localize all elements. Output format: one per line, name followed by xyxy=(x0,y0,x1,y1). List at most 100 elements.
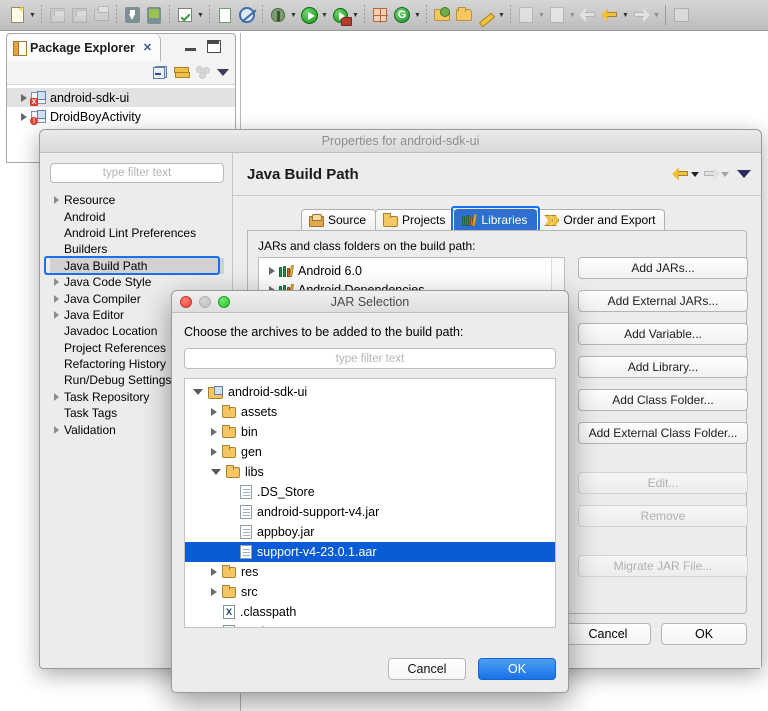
chevron-down-icon[interactable]: ▼ xyxy=(621,4,630,26)
save-all-icon[interactable] xyxy=(68,2,90,28)
add-external-jars-button[interactable]: Add External JARs... xyxy=(578,290,748,312)
maximize-icon[interactable] xyxy=(207,40,221,53)
table-row[interactable]: Android 6.0 xyxy=(259,261,564,280)
properties-page-resource[interactable]: Resource xyxy=(50,192,224,208)
open-task-icon[interactable] xyxy=(453,2,475,28)
tree-item-folder[interactable]: gen xyxy=(185,442,555,462)
new-android-xml-icon[interactable] xyxy=(214,2,236,28)
chevron-right-icon[interactable] xyxy=(21,112,27,121)
chevron-down-icon[interactable] xyxy=(193,389,203,395)
link-with-editor-icon[interactable] xyxy=(174,66,190,79)
chevron-down-icon[interactable] xyxy=(721,171,729,177)
chevron-down-icon[interactable] xyxy=(691,171,699,177)
forward-arrow-icon[interactable] xyxy=(703,167,729,181)
back-arrow-icon[interactable] xyxy=(672,167,699,181)
run-icon[interactable]: ▼ xyxy=(298,2,329,28)
chevron-down-icon[interactable]: ▼ xyxy=(351,4,360,26)
chevron-down-icon[interactable]: ▼ xyxy=(320,4,329,26)
chevron-down-icon[interactable]: ▼ xyxy=(289,4,298,26)
chevron-right-icon[interactable] xyxy=(211,428,217,436)
open-type-icon[interactable] xyxy=(431,2,453,28)
chevron-down-icon[interactable] xyxy=(211,469,221,475)
tree-item-file[interactable]: appboy.jar xyxy=(185,522,555,542)
add-variable-button[interactable]: Add Variable... xyxy=(578,323,748,345)
properties-page-builders[interactable]: Builders xyxy=(50,241,224,257)
jar-ok-button[interactable]: OK xyxy=(478,658,556,680)
tree-item-folder[interactable]: res xyxy=(185,562,555,582)
next-annotation-icon[interactable]: ▼ xyxy=(515,2,546,28)
chevron-down-icon[interactable]: ▼ xyxy=(28,4,37,26)
edit-pencil-icon[interactable]: ▼ xyxy=(475,2,506,28)
minimize-icon[interactable] xyxy=(199,296,211,308)
tree-item-folder-libs[interactable]: libs xyxy=(185,462,555,482)
tree-item-file[interactable]: .project xyxy=(185,622,555,627)
android-virtual-device-manager-icon[interactable] xyxy=(143,2,165,28)
chevron-down-icon[interactable] xyxy=(737,170,751,178)
add-library-button[interactable]: Add Library... xyxy=(578,356,748,378)
chevron-right-icon[interactable] xyxy=(211,408,217,416)
chevron-down-icon[interactable]: ▼ xyxy=(413,4,422,26)
open-perspective-icon[interactable] xyxy=(670,2,692,28)
chevron-down-icon[interactable]: ▼ xyxy=(196,4,205,26)
tree-item-folder[interactable]: bin xyxy=(185,422,555,442)
tab-package-explorer[interactable]: Package Explorer ✕ xyxy=(7,34,162,61)
debug-icon[interactable]: ▼ xyxy=(267,2,298,28)
maximize-icon[interactable] xyxy=(218,296,230,308)
chevron-right-icon[interactable] xyxy=(21,93,27,102)
tab-libraries[interactable]: Libraries xyxy=(451,206,541,233)
jar-file-tree[interactable]: android-sdk-ui assets bin gen libs .DS_S… xyxy=(184,378,556,628)
run-external-tools-icon[interactable]: ▼ xyxy=(329,2,360,28)
back-history-icon[interactable] xyxy=(577,2,599,28)
chevron-right-icon[interactable] xyxy=(54,196,59,205)
chevron-right-icon[interactable] xyxy=(54,392,59,401)
properties-page-android-lint-preferences[interactable]: Android Lint Preferences xyxy=(50,225,224,241)
add-jars-button[interactable]: Add JARs... xyxy=(578,257,748,279)
jar-filter-input[interactable]: type filter text xyxy=(184,348,556,369)
chevron-right-icon[interactable] xyxy=(54,310,59,319)
tree-item-file[interactable]: .classpath xyxy=(185,602,555,622)
ok-button[interactable]: OK xyxy=(661,623,747,645)
chevron-right-icon[interactable] xyxy=(54,294,59,303)
chevron-right-icon[interactable] xyxy=(211,568,217,576)
list-item[interactable]: X android-sdk-ui xyxy=(7,88,235,107)
lint-check-icon[interactable]: ▼ xyxy=(174,2,205,28)
view-options-icon[interactable] xyxy=(196,66,210,79)
tree-item-file-selected[interactable]: support-v4-23.0.1.aar xyxy=(185,542,555,562)
tab-order-and-export[interactable]: Order and Export xyxy=(536,209,666,230)
minimize-icon[interactable] xyxy=(184,41,197,52)
collapse-all-icon[interactable] xyxy=(153,66,167,79)
add-external-class-folder-button[interactable]: Add External Class Folder... xyxy=(578,422,748,444)
properties-page-java-build-path[interactable]: Java Build Path xyxy=(44,255,224,275)
add-class-folder-button[interactable]: Add Class Folder... xyxy=(578,389,748,411)
new-android-project-icon[interactable] xyxy=(369,2,391,28)
previous-annotation-icon[interactable]: ▼ xyxy=(546,2,577,28)
chevron-right-icon[interactable] xyxy=(54,278,59,287)
tree-item-project[interactable]: android-sdk-ui xyxy=(185,382,555,402)
chevron-right-icon[interactable] xyxy=(211,448,217,456)
properties-page-java-code-style[interactable]: Java Code Style xyxy=(50,274,224,290)
chevron-right-icon[interactable] xyxy=(269,266,275,275)
tree-item-file[interactable]: android-support-v4.jar xyxy=(185,502,555,522)
tree-item-folder[interactable]: src xyxy=(185,582,555,602)
chevron-down-icon[interactable]: ▼ xyxy=(497,4,506,26)
properties-filter-input[interactable]: type filter text xyxy=(50,163,224,183)
new-file-icon[interactable]: ▼ xyxy=(6,2,37,28)
chevron-down-icon[interactable]: ▼ xyxy=(537,4,546,26)
list-item[interactable]: ! DroidBoyActivity xyxy=(7,107,235,126)
forward-icon[interactable]: ▼ xyxy=(630,2,661,28)
save-icon[interactable] xyxy=(46,2,68,28)
close-icon[interactable] xyxy=(180,296,192,308)
view-menu-icon[interactable] xyxy=(217,69,229,76)
chevron-right-icon[interactable] xyxy=(54,425,59,434)
new-class-icon[interactable]: G ▼ xyxy=(391,2,422,28)
chevron-right-icon[interactable] xyxy=(211,588,217,596)
cancel-button[interactable]: Cancel xyxy=(565,623,651,645)
tab-source[interactable]: Source xyxy=(301,209,377,230)
tree-item-file[interactable]: .DS_Store xyxy=(185,482,555,502)
tree-item-folder[interactable]: assets xyxy=(185,402,555,422)
no-warnings-icon[interactable] xyxy=(236,2,258,28)
tab-projects[interactable]: Projects xyxy=(375,209,456,230)
jar-cancel-button[interactable]: Cancel xyxy=(388,658,466,680)
android-sdk-manager-icon[interactable] xyxy=(121,2,143,28)
chevron-down-icon[interactable]: ▼ xyxy=(652,4,661,26)
